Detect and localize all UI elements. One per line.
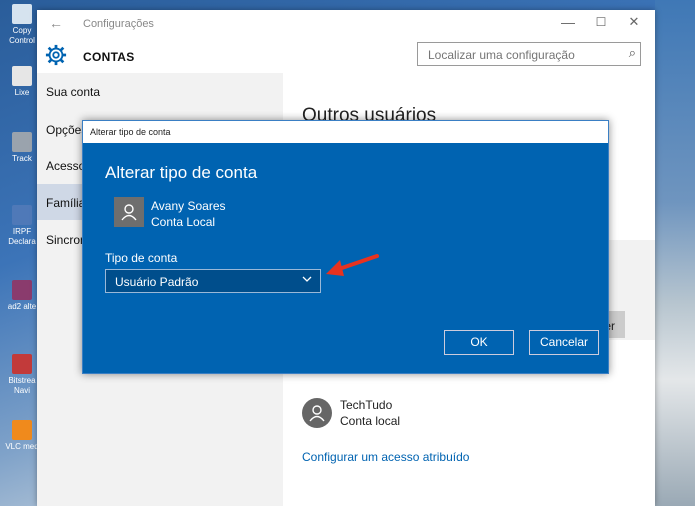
account-type-value: Usuário Padrão (115, 275, 198, 289)
person-icon (114, 197, 144, 227)
desktop-icon-bitstream[interactable]: Bitstrea Navi (2, 354, 42, 396)
avatar (114, 197, 144, 227)
close-button[interactable]: ✕ (619, 14, 649, 30)
archive-icon (12, 280, 32, 300)
sidebar-item-label: Família (46, 196, 85, 210)
desktop-icon-lixeira[interactable]: Lixe (2, 66, 42, 98)
cancel-button[interactable]: Cancelar (529, 330, 599, 355)
desktop-icon-irpf[interactable]: IRPF Declara (2, 205, 42, 247)
desktop-icon-label: Lixe (15, 88, 30, 97)
maximize-button[interactable]: ☐ (586, 15, 616, 29)
sidebar-item-label: Sincron (46, 233, 87, 247)
ok-button[interactable]: OK (444, 330, 514, 355)
account-type-dropdown[interactable]: Usuário Padrão (105, 269, 321, 293)
sidebar-item-label: Acesso (46, 159, 85, 173)
dialog-user-name: Avany Soares (151, 199, 226, 213)
window-title: Configurações (83, 18, 154, 30)
dialog-user-type: Conta Local (151, 215, 215, 229)
assigned-access-link[interactable]: Configurar um acesso atribuído (302, 450, 469, 464)
desktop-icon-label: ad2 alte (8, 302, 36, 311)
chevron-down-icon (302, 274, 312, 284)
copy-icon (12, 4, 32, 24)
recycle-bin-icon (12, 66, 32, 86)
desktop-icon-track[interactable]: Track (2, 132, 42, 164)
avatar (302, 398, 332, 428)
desktop-icon-label: Track (12, 154, 32, 163)
settings-header: CONTAS ⌕ (37, 38, 655, 74)
dialog-heading: Alterar tipo de conta (105, 163, 257, 183)
person-icon (302, 398, 332, 428)
minimize-button[interactable]: — (553, 14, 583, 30)
dialog-title: Alterar tipo de conta (90, 127, 171, 137)
search-box[interactable]: ⌕ (417, 42, 641, 66)
change-account-type-dialog: Alterar tipo de conta Alterar tipo de co… (82, 120, 609, 374)
sidebar-item-label: Sua conta (46, 85, 100, 99)
gear-icon (45, 44, 67, 66)
account-type-label: Tipo de conta (105, 251, 177, 265)
app-icon (12, 132, 32, 152)
desktop-icon-vlc[interactable]: VLC med (2, 420, 42, 452)
user-name: TechTudo (340, 398, 392, 412)
desktop-icon-label: Bitstrea Navi (8, 376, 35, 395)
window-titlebar: ← Configurações — ☐ ✕ (37, 10, 655, 38)
back-arrow-icon[interactable]: ← (49, 15, 63, 31)
search-input[interactable] (426, 47, 620, 63)
irpf-icon (12, 205, 32, 225)
desktop-icon-label: VLC med (5, 442, 38, 451)
sidebar-item-sua-conta[interactable]: Sua conta (37, 73, 283, 109)
user-account-type: Conta local (340, 414, 400, 428)
desktop-icon-copy[interactable]: Copy Control (2, 4, 42, 46)
section-title: CONTAS (83, 50, 135, 64)
search-icon[interactable]: ⌕ (629, 45, 636, 61)
desktop-icon-ad2[interactable]: ad2 alte (2, 280, 42, 312)
desktop-icon-label: IRPF Declara (8, 227, 36, 246)
desktop-wallpaper-edge (655, 0, 695, 506)
annotation-arrow-icon (322, 250, 382, 280)
vlc-icon (12, 420, 32, 440)
desktop-icon-label: Copy Control (9, 26, 35, 45)
dialog-titlebar: Alterar tipo de conta (83, 121, 608, 143)
app-icon (12, 354, 32, 374)
